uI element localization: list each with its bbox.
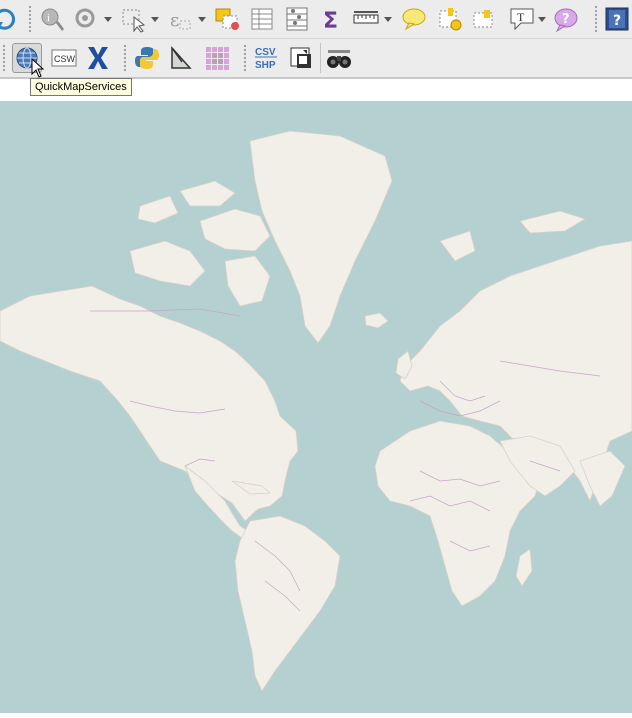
csv-label: CSV xyxy=(255,47,276,58)
csw-icon[interactable]: CSW xyxy=(50,44,78,72)
svg-text:?: ? xyxy=(562,12,570,27)
measure-icon[interactable] xyxy=(352,5,380,33)
chevron-down-icon[interactable] xyxy=(538,17,546,22)
toolbar-grip[interactable] xyxy=(243,44,247,72)
chevron-down-icon[interactable] xyxy=(104,17,112,22)
toolbar-grip[interactable] xyxy=(594,5,598,33)
field-calculator-icon[interactable] xyxy=(283,5,311,33)
grid-plugin-icon[interactable] xyxy=(203,44,231,72)
zoom-select-icon[interactable] xyxy=(72,5,100,33)
map-canvas[interactable] xyxy=(0,101,632,713)
toolbar-grip[interactable] xyxy=(2,44,6,72)
toolbar-grip[interactable] xyxy=(123,44,127,72)
csw-label: CSW xyxy=(54,54,76,64)
chevron-down-icon[interactable] xyxy=(384,17,392,22)
svg-text:Σ: Σ xyxy=(323,9,338,33)
python-console-icon[interactable] xyxy=(133,44,161,72)
svg-text:?: ? xyxy=(613,13,621,29)
plugins-toolbar: CSW CSV SHP xyxy=(0,39,632,79)
main-toolbar: i ε Σ T ? ? xyxy=(0,0,632,39)
tooltip: QuickMapServices xyxy=(30,78,132,96)
shp-label: SHP xyxy=(255,60,276,71)
mouse-cursor-icon xyxy=(31,57,45,78)
map-tips-icon[interactable] xyxy=(400,5,428,33)
refresh-icon[interactable] xyxy=(0,5,22,33)
help-icon[interactable]: ? xyxy=(552,5,580,33)
map-swipe-icon[interactable] xyxy=(287,44,315,72)
world-map[interactable] xyxy=(0,101,632,713)
svg-text:i: i xyxy=(47,12,50,24)
statistics-icon[interactable]: Σ xyxy=(318,5,346,33)
select-features-icon[interactable] xyxy=(120,5,148,33)
deselect-icon[interactable] xyxy=(213,5,241,33)
svg-text:T: T xyxy=(517,10,525,24)
new-bookmark-icon[interactable] xyxy=(436,5,464,33)
svg-text:ε: ε xyxy=(170,10,179,31)
toolbar-separator xyxy=(320,43,321,73)
chevron-down-icon[interactable] xyxy=(198,17,206,22)
text-annotation-icon[interactable]: T xyxy=(508,5,536,33)
attribute-table-icon[interactable] xyxy=(248,5,276,33)
identify-icon[interactable]: i xyxy=(38,5,66,33)
csv-shp-icon[interactable]: CSV SHP xyxy=(252,44,280,72)
digitizing-icon[interactable] xyxy=(167,44,195,72)
xyz-tools-icon[interactable] xyxy=(84,44,112,72)
toolbar-grip[interactable] xyxy=(28,5,32,33)
whats-this-icon[interactable]: ? xyxy=(603,5,631,33)
expression-select-icon[interactable]: ε xyxy=(166,5,194,33)
binoculars-icon[interactable] xyxy=(325,44,353,72)
show-bookmarks-icon[interactable] xyxy=(470,5,498,33)
chevron-down-icon[interactable] xyxy=(151,17,159,22)
